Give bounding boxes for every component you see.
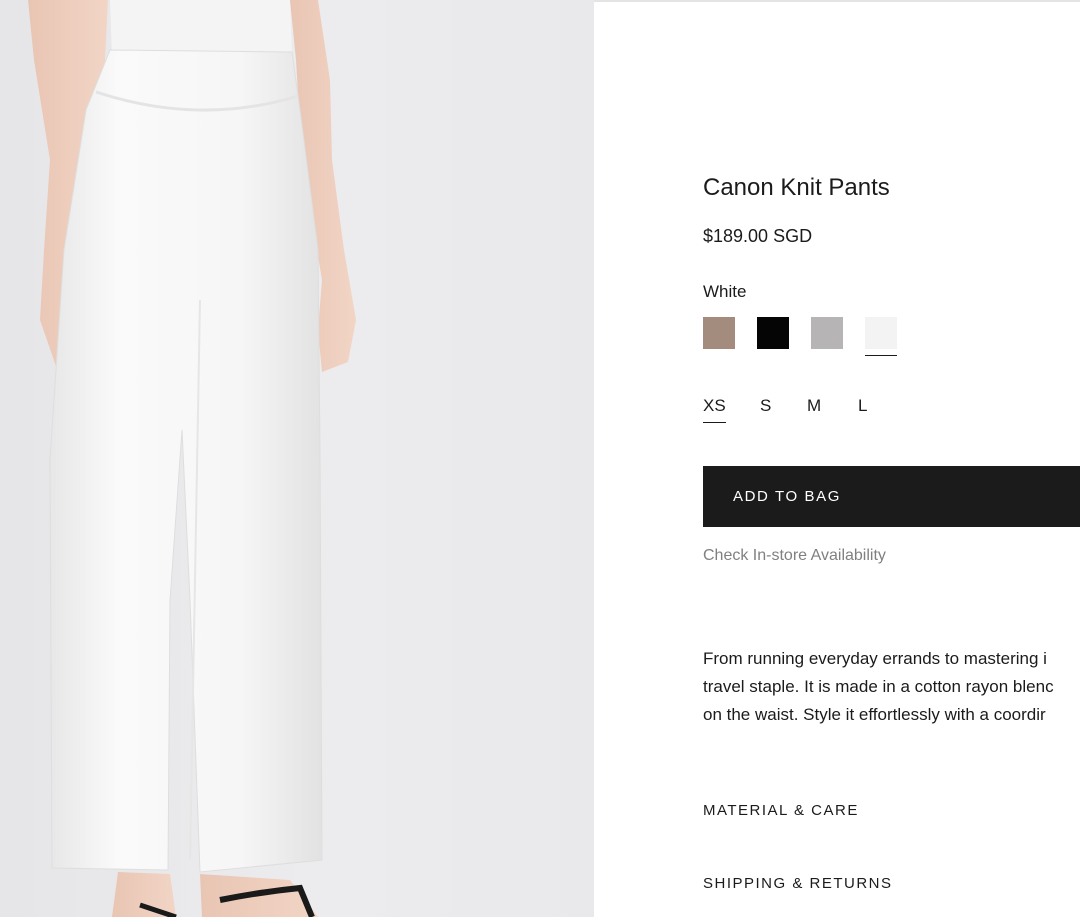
size-option-m[interactable]: M (807, 396, 821, 416)
description-line: From running everyday errands to masteri… (703, 649, 1047, 668)
pants (49, 49, 323, 873)
top-garment (110, 0, 292, 58)
color-swatch-grey[interactable] (811, 317, 843, 349)
color-swatch-white[interactable] (865, 317, 897, 356)
left-foot (112, 872, 176, 917)
color-swatch-black[interactable] (757, 317, 789, 349)
check-availability-link[interactable]: Check In-store Availability (703, 547, 886, 565)
add-to-bag-button[interactable]: ADD TO BAG (703, 466, 1080, 527)
shipping-returns-toggle[interactable]: SHIPPING & RETURNS (703, 875, 893, 892)
selected-color-label: White (703, 282, 747, 301)
product-price: $189.00 SGD (703, 226, 813, 246)
product-title: Canon Knit Pants (703, 174, 890, 201)
color-swatch-taupe[interactable] (703, 317, 735, 349)
product-details: Canon Knit Pants $189.00 SGD White XS S … (594, 0, 1080, 917)
size-option-xs[interactable]: XS (703, 396, 726, 423)
product-description: From running everyday errands to masteri… (703, 645, 1080, 729)
product-photo (0, 0, 594, 917)
add-to-bag-label: ADD TO BAG (733, 488, 841, 505)
divider (594, 0, 1080, 2)
description-line: on the waist. Style it effortlessly with… (703, 705, 1046, 724)
size-option-s[interactable]: S (760, 396, 771, 416)
material-care-toggle[interactable]: MATERIAL & CARE (703, 802, 859, 819)
model-illustration (28, 0, 356, 917)
size-option-l[interactable]: L (858, 396, 867, 416)
description-line: travel staple. It is made in a cotton ra… (703, 677, 1054, 696)
